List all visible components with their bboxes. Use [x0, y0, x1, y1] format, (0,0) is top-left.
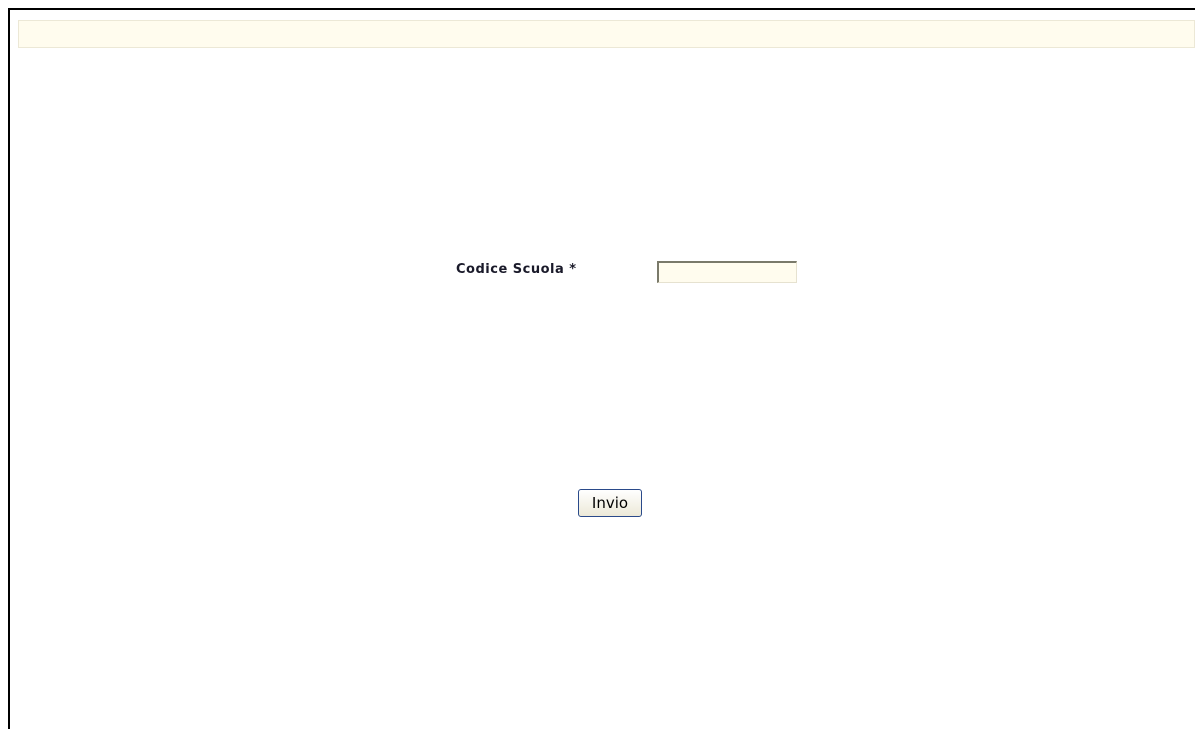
page-frame: Codice Scuola * Invio — [8, 8, 1195, 729]
header-bar — [18, 20, 1195, 48]
school-code-input[interactable] — [657, 261, 797, 283]
submit-button[interactable]: Invio — [578, 489, 642, 517]
school-code-label: Codice Scuola * — [456, 262, 577, 277]
